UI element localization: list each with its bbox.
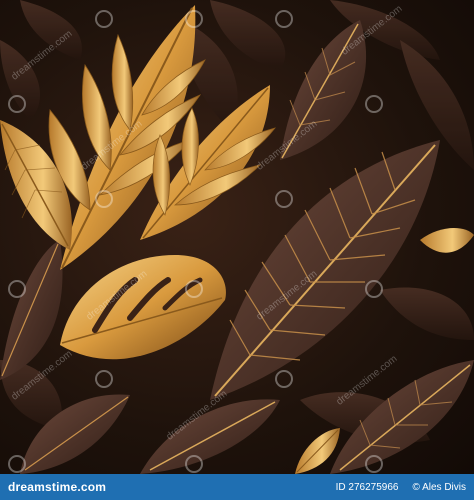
image-canvas: dreamstime.com dreamstime.com dreamstime… xyxy=(0,0,474,474)
copyright-icon: © xyxy=(412,481,420,493)
author-name: Ales Divis xyxy=(422,481,466,493)
author-credit: © Ales Divis xyxy=(412,482,466,493)
image-id-label: ID 276275966 xyxy=(335,481,399,493)
footer-brand[interactable]: dreamstime.com xyxy=(8,480,106,494)
leaf-illustration xyxy=(0,0,474,474)
stock-footer-bar: dreamstime.com ID 276275966 © Ales Divis xyxy=(0,474,474,500)
footer-meta: ID 276275966 © Ales Divis xyxy=(336,482,466,493)
bronze-leaf-top-right xyxy=(280,20,367,160)
gold-monstera-leaf xyxy=(60,255,226,360)
